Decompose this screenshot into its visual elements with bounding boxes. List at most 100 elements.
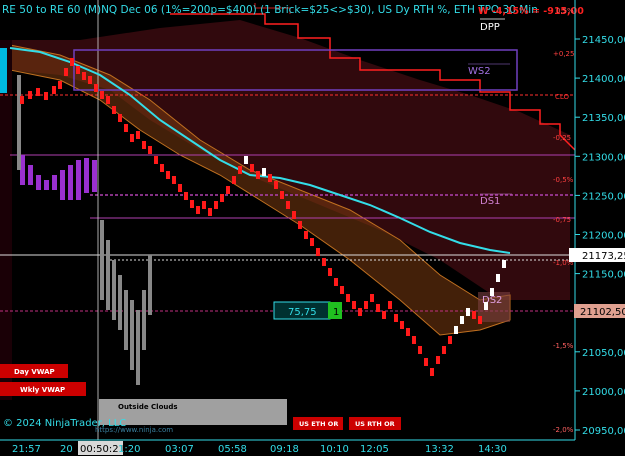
- renko-brick: [256, 171, 260, 179]
- renko-brick: [316, 248, 320, 256]
- renko-brick: [244, 156, 248, 164]
- renko-brick: [82, 72, 86, 80]
- renko-brick: [136, 131, 140, 139]
- renko-brick: [274, 181, 278, 189]
- volume-bar: [28, 165, 33, 185]
- volume-bar: [44, 180, 49, 190]
- renko-brick: [376, 304, 380, 312]
- pnl-pct-right: 0,5%: [556, 7, 574, 15]
- renko-brick: [232, 176, 236, 184]
- renko-brick: [304, 231, 308, 239]
- renko-brick: [292, 211, 296, 219]
- renko-brick: [178, 184, 182, 192]
- renko-brick: [190, 200, 194, 208]
- pct-label-minus20: -2,0%: [553, 426, 574, 434]
- volume-bar: [124, 290, 128, 350]
- renko-brick: [400, 321, 404, 329]
- pct-label-minus05: -0,5%: [553, 176, 574, 184]
- renko-brick: [448, 336, 452, 344]
- renko-brick: [436, 356, 440, 364]
- renko-brick: [424, 358, 428, 366]
- us-rth-or-label: US RTH OR: [355, 420, 395, 428]
- renko-brick: [148, 146, 152, 154]
- renko-brick: [412, 336, 416, 344]
- renko-brick: [358, 308, 362, 316]
- renko-brick: [466, 308, 470, 316]
- price-tick-label: 21350,00: [582, 113, 625, 124]
- renko-brick: [28, 91, 32, 99]
- renko-brick: [328, 268, 332, 276]
- volume-bar: [76, 160, 81, 200]
- volume-bar: [118, 275, 122, 330]
- time-tick-label: 1:20: [118, 444, 140, 455]
- renko-brick: [118, 114, 122, 122]
- us-eth-or-label: US ETH OR: [299, 420, 338, 428]
- volume-bar: [92, 160, 97, 192]
- renko-brick: [20, 96, 24, 104]
- time-tick-label: 09:18: [270, 444, 299, 455]
- order-price-text: 75,75: [288, 307, 317, 318]
- renko-brick: [88, 76, 92, 84]
- renko-brick: [94, 84, 98, 92]
- instrument-title: RE 50 to RE 60 (M)NQ Dec 06 (1%=200p=$40…: [2, 4, 538, 16]
- renko-brick: [298, 221, 302, 229]
- volume-bar: [100, 220, 104, 300]
- renko-brick: [64, 68, 68, 76]
- renko-brick: [322, 258, 326, 266]
- renko-brick: [490, 288, 494, 296]
- renko-brick: [214, 201, 218, 209]
- volume-bar: [142, 290, 146, 350]
- pct-label-clo: CLO: [555, 93, 570, 101]
- renko-brick: [238, 166, 242, 174]
- volume-bar: [36, 175, 41, 190]
- renko-brick: [106, 96, 110, 104]
- volume-bar: [84, 158, 89, 193]
- time-tick-label: 03:07: [165, 444, 194, 455]
- time-tick-label: 13:32: [425, 444, 454, 455]
- price-tick-label: 21000,00: [582, 387, 625, 398]
- price-tick-label: 21300,00: [582, 152, 625, 163]
- ws2-label: WS2: [468, 66, 491, 77]
- renko-brick: [166, 171, 170, 179]
- renko-brick: [130, 134, 134, 142]
- order-qty-text: 1: [333, 307, 339, 318]
- renko-brick: [154, 156, 158, 164]
- current-price-tag-text: 21173,25: [582, 251, 625, 262]
- volume-bar: [68, 165, 73, 200]
- renko-brick: [382, 311, 386, 319]
- pct-label-minus025: -0,25: [553, 134, 571, 142]
- renko-brick: [250, 164, 254, 172]
- renko-brick: [334, 278, 338, 286]
- renko-brick: [442, 346, 446, 354]
- volume-bar: [106, 240, 110, 310]
- renko-brick: [220, 194, 224, 202]
- watermark-text: https://www.ninja.com: [95, 426, 173, 434]
- renko-brick: [196, 206, 200, 214]
- volume-bar: [136, 310, 140, 385]
- time-tick-label: 10:10: [320, 444, 349, 455]
- renko-brick: [44, 92, 48, 100]
- renko-brick: [430, 368, 434, 376]
- pct-label-plus025: +0,25: [553, 50, 574, 58]
- volume-bar: [148, 255, 152, 315]
- renko-brick: [70, 58, 74, 66]
- renko-brick: [172, 176, 176, 184]
- renko-brick: [496, 274, 500, 282]
- time-tick-label: 05:58: [218, 444, 247, 455]
- chart-panel[interactable]: WS2 DS1 DS2 RE 50 to RE 60 (M)NQ Dec 06 …: [0, 0, 625, 456]
- renko-brick: [310, 238, 314, 246]
- renko-brick: [484, 302, 488, 310]
- renko-brick: [142, 141, 146, 149]
- renko-brick: [112, 106, 116, 114]
- renko-brick: [208, 208, 212, 216]
- renko-brick: [418, 346, 422, 354]
- renko-brick: [268, 174, 272, 182]
- price-tick-label: 21400,00: [582, 74, 625, 85]
- renko-brick: [352, 301, 356, 309]
- renko-brick: [36, 88, 40, 96]
- price-tick-label: 21250,00: [582, 191, 625, 202]
- wkly-vwap-label: Wkly VWAP: [20, 386, 65, 394]
- renko-brick: [406, 328, 410, 336]
- volume-bar: [17, 75, 21, 170]
- time-tick-label: 21:57: [12, 444, 41, 455]
